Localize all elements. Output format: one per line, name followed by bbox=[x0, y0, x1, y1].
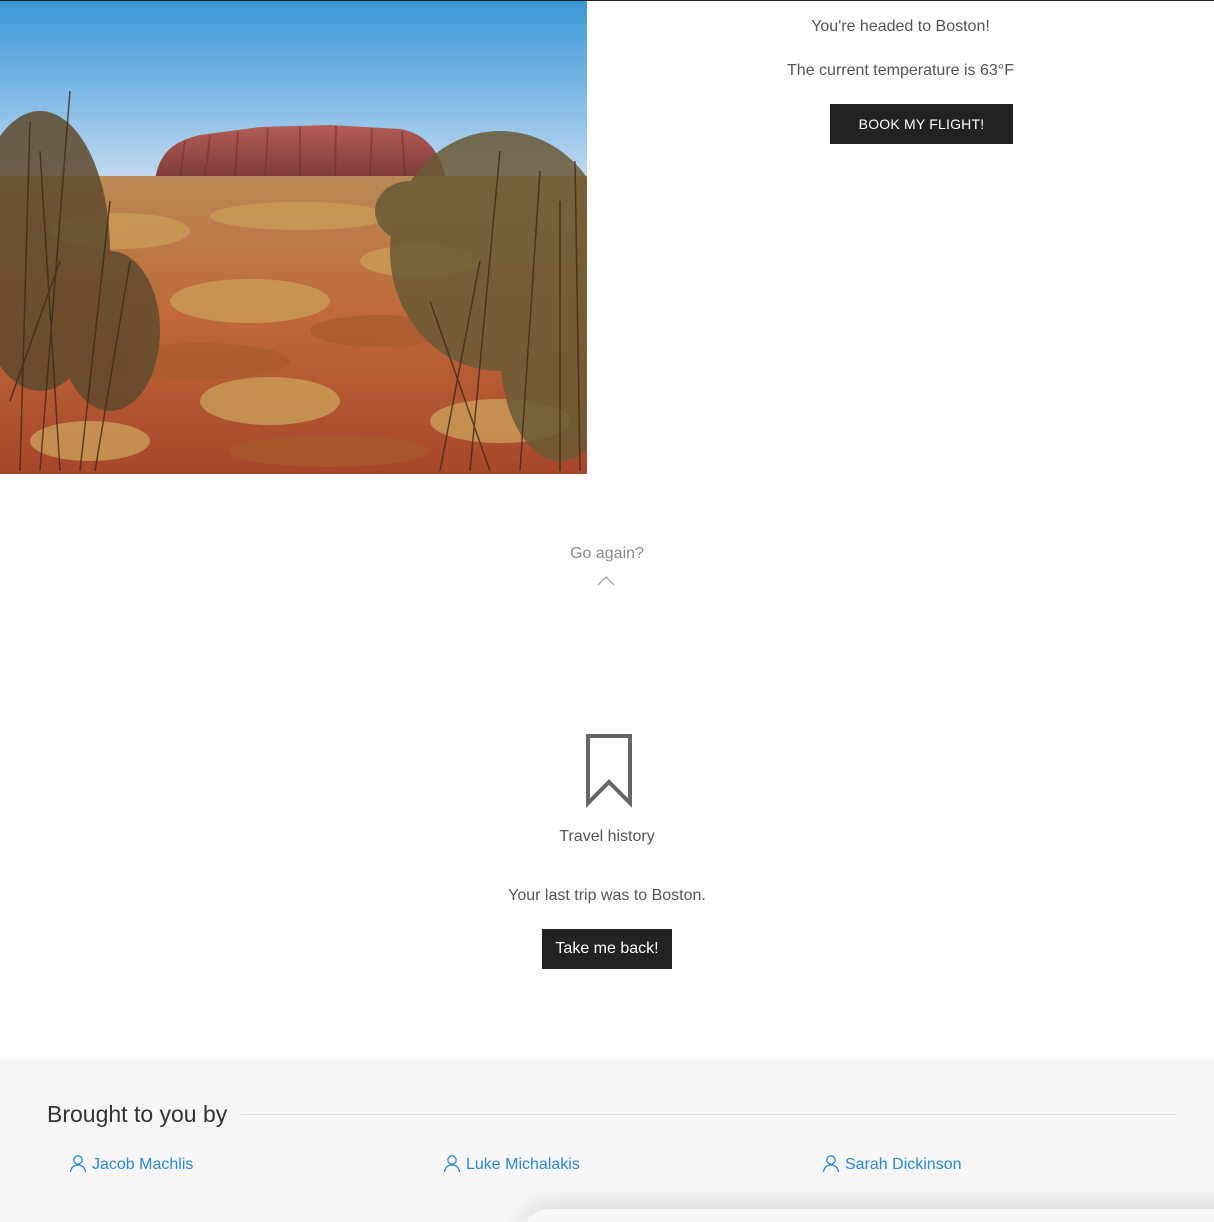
last-trip-text: Your last trip was to Boston. bbox=[508, 887, 706, 904]
credit-name: Luke Michalakis bbox=[466, 1156, 580, 1173]
bottom-shadow bbox=[520, 1209, 1214, 1222]
credit-link-luke-michalakis[interactable]: Luke Michalakis bbox=[442, 1154, 580, 1176]
user-icon bbox=[821, 1153, 845, 1178]
credit-link-sarah-dickinson[interactable]: Sarah Dickinson bbox=[821, 1154, 962, 1176]
credit-name: Sarah Dickinson bbox=[845, 1156, 962, 1173]
user-icon bbox=[68, 1153, 92, 1178]
travel-history-title: Travel history bbox=[559, 828, 655, 845]
book-flight-button[interactable]: BOOK MY FLIGHT! bbox=[830, 104, 1013, 144]
go-again-link[interactable]: Go again? bbox=[507, 545, 707, 563]
credit-link-jacob-machlis[interactable]: Jacob Machlis bbox=[68, 1154, 193, 1176]
bookmark-icon bbox=[585, 734, 633, 808]
chevron-up-icon[interactable] bbox=[596, 574, 616, 586]
hero-photo bbox=[0, 1, 587, 474]
destination-headline: You're headed to Boston! bbox=[811, 18, 990, 35]
footer-divider bbox=[241, 1114, 1176, 1115]
take-me-back-button[interactable]: Take me back! bbox=[542, 929, 672, 969]
credit-name: Jacob Machlis bbox=[92, 1156, 194, 1173]
user-icon bbox=[442, 1153, 466, 1178]
temperature-text: The current temperature is 63°F bbox=[787, 62, 1014, 79]
footer-heading: Brought to you by bbox=[47, 1101, 228, 1127]
footer: Brought to you by Jacob Machlis Luke Mic… bbox=[0, 1059, 1214, 1222]
